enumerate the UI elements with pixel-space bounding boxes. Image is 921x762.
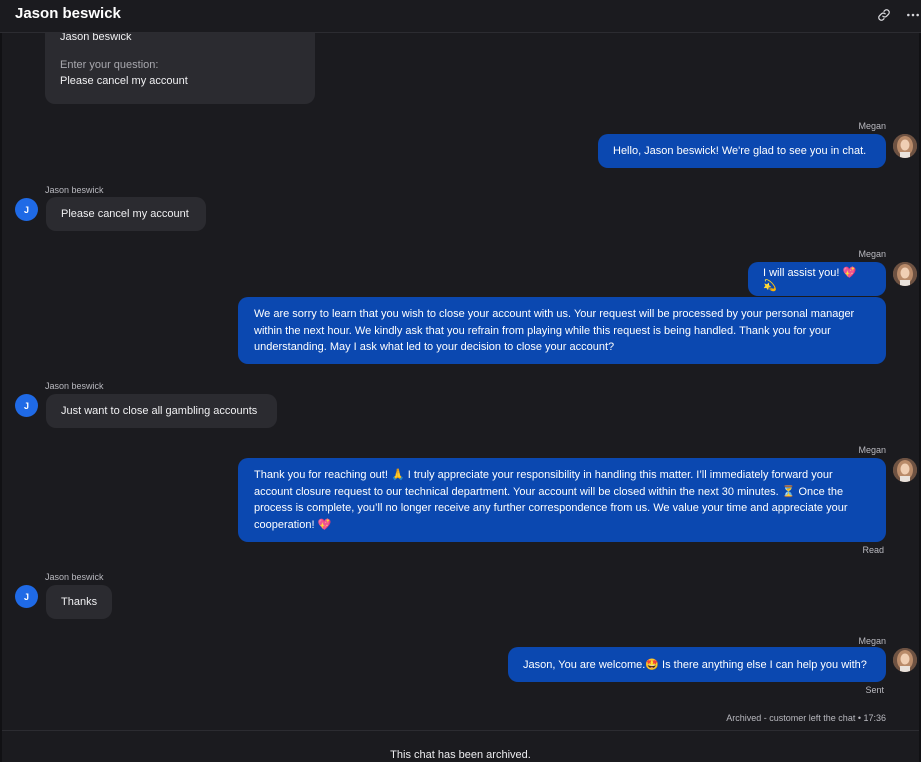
chat-header: Jason beswick: [0, 0, 921, 33]
agent-avatar: [893, 458, 917, 482]
customer-message-bubble: Please cancel my account: [46, 197, 206, 231]
agent-message-bubble: Thank you for reaching out! 🙏 I truly ap…: [238, 458, 886, 542]
link-icon[interactable]: [875, 6, 893, 24]
sender-name-agent: Megan: [858, 249, 886, 259]
customer-avatar: J: [15, 585, 38, 608]
customer-message-bubble: Thanks: [46, 585, 112, 619]
archived-note: Archived - customer left the chat • 17:3…: [726, 713, 886, 723]
form-question-label: Enter your question:: [60, 59, 159, 71]
customer-message-bubble: Just want to close all gambling accounts: [46, 394, 277, 428]
agent-message-bubble: Hello, Jason beswick! We're glad to see …: [598, 134, 886, 168]
sender-name-customer: Jason beswick: [45, 185, 104, 195]
sender-name-agent: Megan: [858, 636, 886, 646]
agent-avatar: [893, 648, 917, 672]
archived-footer: This chat has been archived.: [2, 730, 919, 762]
more-horizontal-icon[interactable]: [904, 6, 921, 24]
prechat-form-card: Jason beswick Enter your question: Pleas…: [45, 33, 315, 104]
sender-name-customer: Jason beswick: [45, 381, 104, 391]
form-name-value: Jason beswick: [60, 33, 132, 43]
customer-avatar: J: [15, 394, 38, 417]
agent-message-bubble: Jason, You are welcome.🤩 Is there anythi…: [508, 647, 886, 682]
sender-name-agent: Megan: [858, 445, 886, 455]
agent-message-bubble: We are sorry to learn that you wish to c…: [238, 297, 886, 364]
message-list[interactable]: Jason beswick Enter your question: Pleas…: [2, 33, 919, 730]
agent-avatar: [893, 262, 917, 286]
chat-title: Jason beswick: [15, 5, 121, 22]
form-question-value: Please cancel my account: [60, 75, 188, 87]
customer-avatar: J: [15, 198, 38, 221]
agent-avatar: [893, 134, 917, 158]
sent-status: Sent: [865, 685, 884, 695]
sender-name-customer: Jason beswick: [45, 572, 104, 582]
read-status: Read: [862, 545, 884, 555]
sender-name-agent: Megan: [858, 121, 886, 131]
agent-message-bubble: I will assist you! 💖 💫: [748, 262, 886, 296]
